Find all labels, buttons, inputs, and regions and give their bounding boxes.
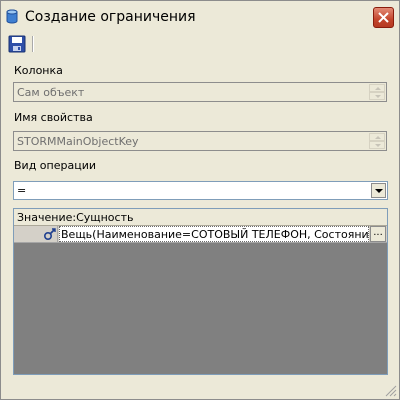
property-field[interactable]: STORMMainObjectKey [13, 131, 387, 151]
column-label: Колонка [14, 64, 63, 77]
chevron-down-icon [375, 189, 383, 193]
toolbar [4, 34, 396, 55]
dropdown-button[interactable] [371, 183, 386, 198]
toolbar-separator [32, 36, 33, 52]
spinner-up-icon[interactable] [369, 84, 385, 92]
row-indicator[interactable] [14, 226, 58, 242]
column-field[interactable]: Сам объект [13, 82, 387, 102]
ellipsis-button[interactable]: ... [370, 226, 386, 242]
title-bar[interactable]: Создание ограничения [1, 1, 399, 33]
resize-grip-icon[interactable] [385, 385, 397, 397]
window-title: Создание ограничения [25, 9, 196, 25]
close-icon [378, 12, 389, 23]
operation-select[interactable]: = [13, 181, 388, 200]
property-value: STORMMainObjectKey [17, 135, 139, 148]
table-row[interactable]: Вещь(Наименование=СОТОВЫЙ ТЕЛЕФОН, Состо… [14, 226, 387, 243]
column-spinner[interactable] [369, 84, 385, 100]
property-spinner[interactable] [369, 133, 385, 149]
grid-header-label: Значение:Сущность [17, 211, 134, 224]
column-value: Сам объект [17, 86, 85, 99]
value-cell[interactable]: Вещь(Наименование=СОТОВЫЙ ТЕЛЕФОН, Состо… [59, 226, 369, 242]
spinner-down-icon[interactable] [369, 92, 385, 100]
grid-header: Значение:Сущность [14, 209, 387, 226]
value-cell-text: Вещь(Наименование=СОТОВЫЙ ТЕЛЕФОН, Состо… [61, 228, 369, 241]
spinner-up-icon[interactable] [369, 133, 385, 141]
close-button[interactable] [373, 7, 394, 28]
value-grid[interactable]: Значение:Сущность Вещь(Наименование=СОТО… [13, 208, 388, 375]
dialog-window: Создание ограничения Колонка Сам объект … [0, 0, 400, 400]
database-icon [6, 9, 18, 24]
operation-value: = [17, 184, 27, 197]
spinner-down-icon[interactable] [369, 141, 385, 149]
link-object-icon [43, 228, 56, 241]
property-label: Имя свойства [14, 111, 93, 124]
operation-label: Вид операции [14, 159, 96, 172]
save-icon[interactable] [8, 35, 26, 53]
